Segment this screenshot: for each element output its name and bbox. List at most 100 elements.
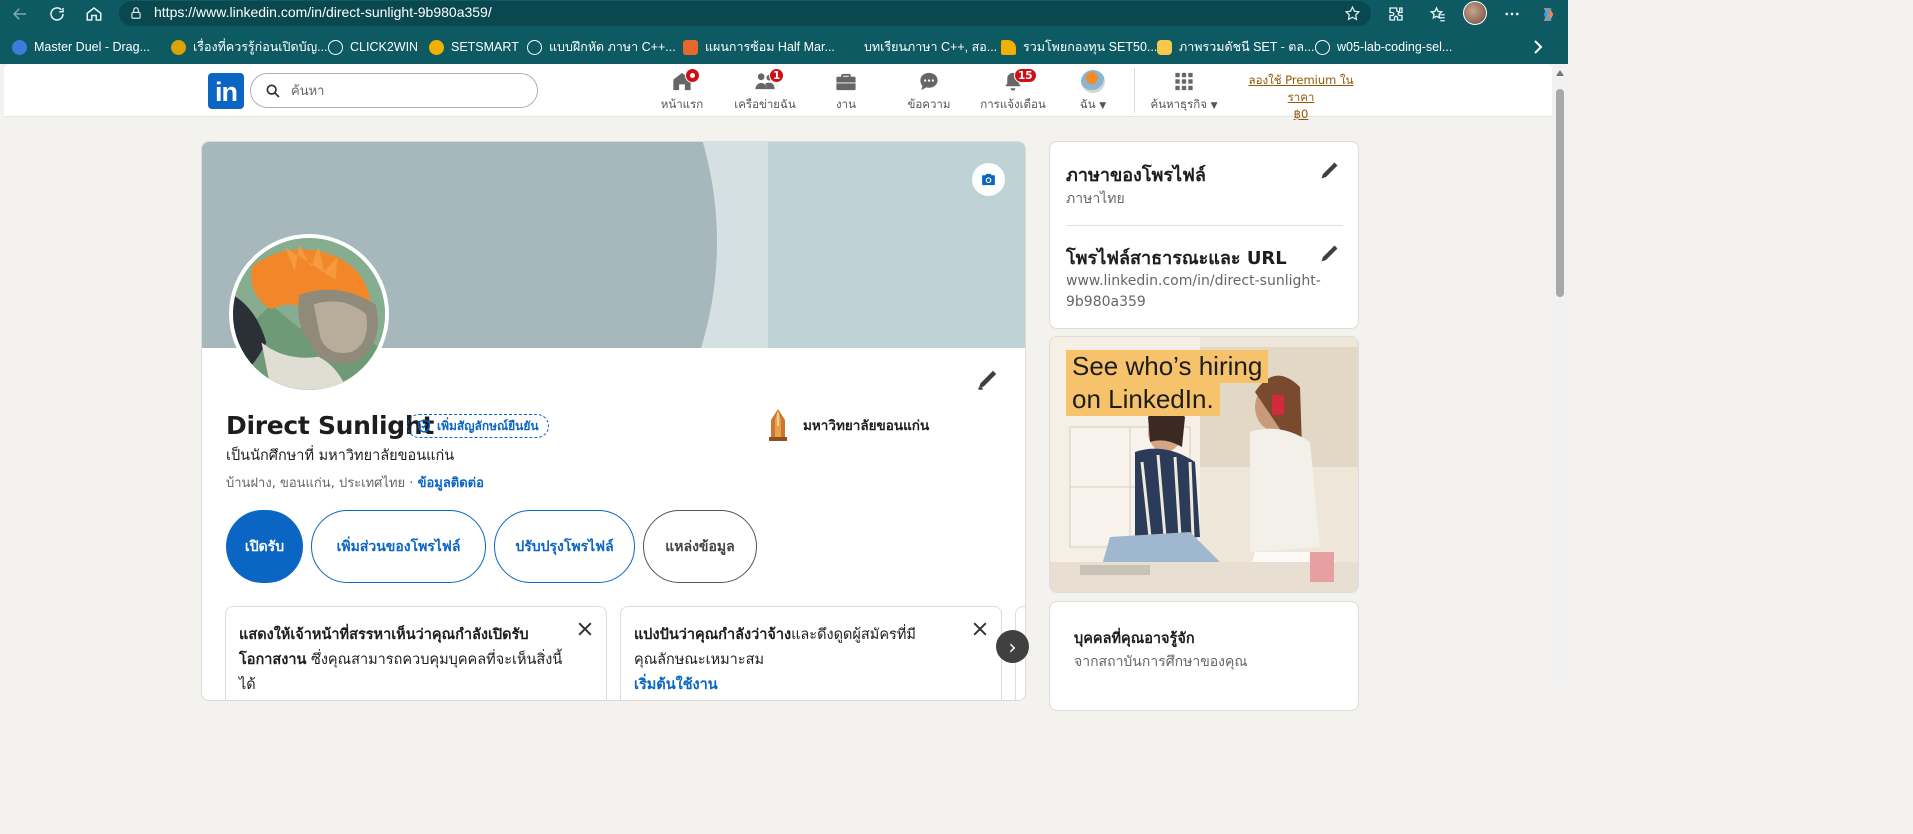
browser-chrome: https://www.linkedin.com/in/direct-sunli… (0, 0, 1568, 64)
people-you-may-know-card: บุคคลที่คุณอาจรู้จัก จากสถาบันการศึกษาขอ… (1049, 601, 1359, 711)
bookmark-item[interactable]: CLICK2WIN (328, 36, 418, 58)
open-to-button[interactable]: เปิดรับ (226, 510, 303, 583)
favorite-star-icon[interactable] (1344, 5, 1361, 22)
scroll-thumb[interactable] (1556, 89, 1564, 297)
profile-location-line: บ้านฝาง, ขอนแก่น, ประเทศไทย · ข้อมูลติดต… (226, 472, 484, 493)
edit-cover-camera-icon[interactable] (972, 163, 1005, 196)
nav-my-network[interactable]: 1 เครือข่ายฉัน (733, 68, 797, 114)
profile-language-title: ภาษาของโพรไฟล์ (1066, 165, 1206, 186)
close-icon[interactable] (575, 619, 595, 639)
ad-headline-line-1: See who’s hiring (1066, 350, 1269, 383)
bookmark-item[interactable]: SETSMART (429, 36, 519, 58)
profile-photo[interactable] (229, 234, 389, 394)
bookmark-favicon-icon (12, 39, 27, 55)
bookmark-favicon-icon (171, 39, 186, 55)
profile-headline: เป็นนักศึกษาที่ มหาวิทยาลัยขอนแก่น (226, 448, 455, 464)
reload-icon[interactable] (45, 3, 69, 25)
for-business-label: ค้นหาธุรกิจ (1150, 97, 1207, 111)
collections-icon[interactable] (1428, 4, 1448, 24)
add-profile-section-button[interactable]: เพิ่มส่วนของโพรไฟล์ (311, 510, 486, 583)
recommendation-card[interactable]: แสดงให้เจ้าหน้าที่สรรหาเห็นว่าคุณกำลังเป… (225, 606, 607, 700)
bookmark-item[interactable]: แผนการซ้อม Half Mar... (683, 36, 835, 58)
bookmark-item[interactable]: เรื่องที่ควรรู้ก่อนเปิดบัญ... (171, 36, 328, 58)
get-started-link[interactable]: เริ่มต้นใช้งาน (634, 677, 718, 693)
public-profile-url[interactable]: www.linkedin.com/in/direct-sunlight-9b98… (1066, 271, 1326, 313)
chevron-right-icon[interactable] (1530, 38, 1546, 56)
edit-pencil-icon[interactable] (1317, 242, 1341, 266)
address-row: https://www.linkedin.com/in/direct-sunli… (0, 0, 1568, 28)
resources-button[interactable]: แหล่งข้อมูล (643, 510, 757, 583)
bookmark-favicon-icon (429, 39, 444, 55)
notifications-badge: 15 (1014, 68, 1037, 83)
globe-icon (328, 39, 343, 55)
carousel-next-button[interactable]: › (996, 630, 1029, 663)
nav-home[interactable]: หน้าแรก (661, 68, 703, 114)
linkedin-logo-icon[interactable]: in (208, 73, 244, 109)
education-name: มหาวิทยาลัยขอนแก่น (803, 418, 930, 434)
home-icon[interactable] (82, 3, 106, 25)
globe-icon (1315, 39, 1330, 55)
caret-down-icon: ▼ (1210, 101, 1218, 111)
nav-me-label: ฉัน (1079, 97, 1096, 111)
edit-pencil-icon[interactable] (974, 367, 1000, 393)
people-you-may-know-title: บุคคลที่คุณอาจรู้จัก (1074, 631, 1195, 647)
divider (1066, 225, 1343, 226)
close-icon[interactable] (970, 619, 990, 639)
search-input[interactable] (291, 81, 521, 101)
url-text[interactable]: https://www.linkedin.com/in/direct-sunli… (154, 4, 492, 20)
copilot-icon[interactable] (1538, 4, 1558, 24)
contact-info-link[interactable]: ข้อมูลติดต่อ (418, 476, 484, 491)
more-options-icon[interactable] (1502, 4, 1522, 24)
profile-settings-card: ภาษาของโพรไฟล์ ภาษาไทย โพรไฟล์สาธารณะและ… (1049, 141, 1359, 329)
try-premium-link[interactable]: ลองใช้ Premium ในราคา ฿0 (1236, 72, 1366, 123)
nav-divider (1134, 68, 1135, 113)
people-you-may-know-subtitle: จากสถาบันการศึกษาของคุณ (1074, 654, 1248, 670)
chevron-right-icon: › (1008, 634, 1017, 659)
nav-messaging[interactable]: ข้อความ (904, 68, 954, 114)
notification-dot (685, 68, 700, 83)
bookmark-favicon-icon (683, 39, 698, 55)
network-badge: 1 (769, 68, 785, 83)
nav-me[interactable]: ฉัน ▼ (1076, 68, 1110, 114)
profile-name: Direct Sunlight (226, 411, 434, 440)
search-box[interactable] (250, 73, 538, 108)
jobs-icon (836, 73, 856, 91)
bookmark-item[interactable]: รวมโพยกองทุน SET50... (1001, 36, 1157, 58)
address-bar[interactable]: https://www.linkedin.com/in/direct-sunli… (119, 1, 1371, 26)
public-profile-url-title: โพรไฟล์สาธารณะและ URL (1066, 248, 1287, 269)
university-logo-icon (769, 409, 787, 441)
nav-notifications[interactable]: 15 การแจ้งเตือน (978, 68, 1048, 114)
extensions-icon[interactable] (1386, 4, 1406, 24)
messaging-icon (920, 72, 938, 91)
edit-pencil-icon[interactable] (1317, 159, 1341, 183)
bookmark-item[interactable]: บทเรียนภาษา C++, สอ... (842, 36, 997, 58)
bookmark-item[interactable]: ภาพรวมดัชนี SET - ตล... (1157, 36, 1314, 58)
bookmark-item[interactable]: Master Duel - Drag... (12, 36, 150, 58)
bookmarks-bar: Master Duel - Drag... เรื่องที่ควรรู้ก่อ… (0, 36, 1568, 58)
lock-icon[interactable] (129, 6, 143, 20)
bookmark-favicon-icon (1157, 39, 1172, 55)
bookmark-favicon-icon (842, 39, 857, 55)
hiring-ad-banner[interactable]: See who’s hiring on LinkedIn. (1049, 336, 1359, 593)
page-scrollbar[interactable] (1552, 64, 1568, 684)
profile-language-value: ภาษาไทย (1066, 191, 1125, 207)
nav-jobs[interactable]: งาน (828, 68, 864, 114)
add-verification-badge[interactable]: เพิ่มสัญลักษณ์ยืนยัน (407, 414, 549, 438)
recommendation-heading: แบ่งปันว่าคุณกำลังว่าจ้าง (634, 627, 792, 643)
caret-down-icon: ▼ (1099, 101, 1107, 111)
back-arrow-icon[interactable] (8, 3, 32, 25)
ad-headline-line-2: on LinkedIn. (1066, 383, 1220, 416)
scroll-up-arrow-icon[interactable] (1555, 68, 1565, 78)
recommendation-card[interactable]: แบ่งปันว่าคุณกำลังว่าจ้างและดึงดูดผู้สมั… (620, 606, 1002, 700)
browser-profile-avatar[interactable] (1463, 1, 1487, 25)
shield-check-icon (417, 419, 431, 433)
linkedin-top-nav: in หน้าแรก 1 เครือข่ายฉัน งาน ข้อความ 15… (4, 64, 1552, 121)
me-avatar (1081, 70, 1105, 93)
profile-location: บ้านฝาง, ขอนแก่น, ประเทศไทย (226, 476, 406, 491)
nav-for-business[interactable]: ค้นหาธุรกิจ ▼ (1148, 68, 1220, 114)
bookmark-item[interactable]: w05-lab-coding-sel... (1315, 36, 1452, 58)
education-entry[interactable]: มหาวิทยาลัยขอนแก่น (765, 408, 929, 442)
enhance-profile-button[interactable]: ปรับปรุงโพรไฟล์ (494, 510, 635, 583)
bookmark-item[interactable]: แบบฝึกหัด ภาษา C++... (527, 36, 676, 58)
bookmark-favicon-icon (1001, 39, 1016, 55)
